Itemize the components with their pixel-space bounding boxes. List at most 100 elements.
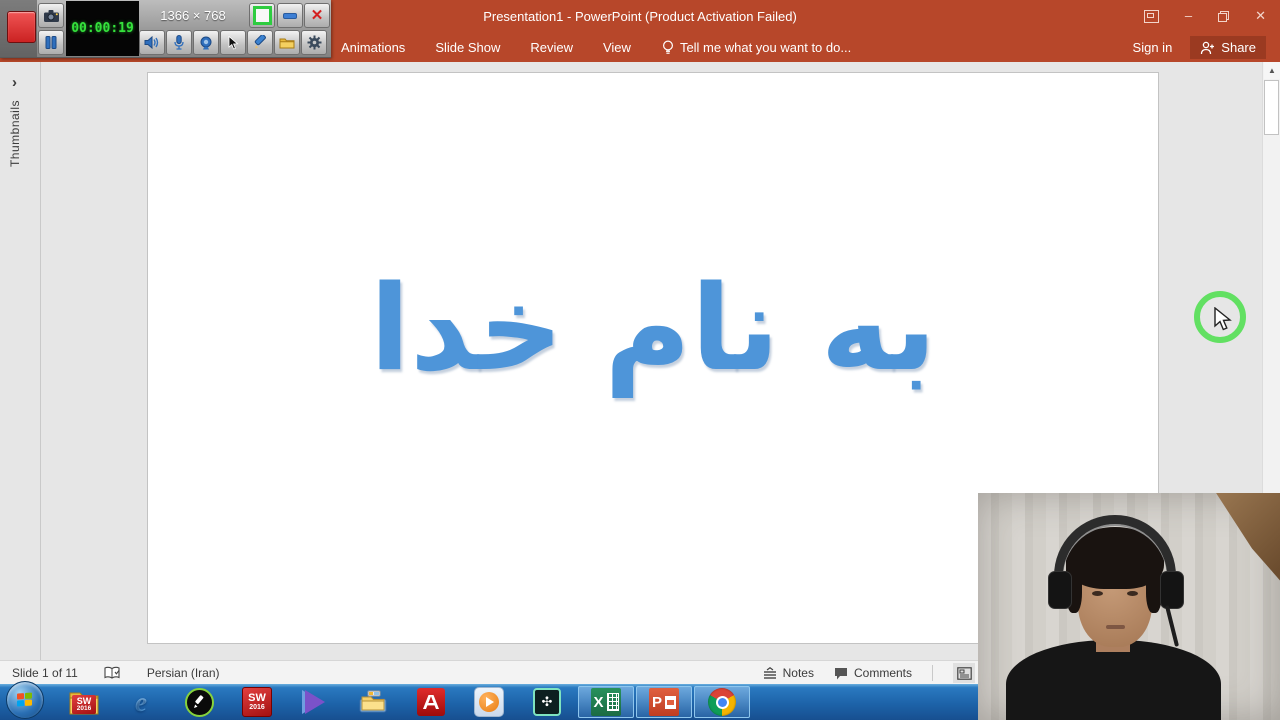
microphone-icon: [174, 35, 184, 50]
gear-icon: [307, 35, 321, 50]
powerpoint-icon: P: [649, 688, 679, 716]
comments-icon: [834, 667, 847, 679]
tab-view[interactable]: View: [588, 33, 646, 62]
region-select-button[interactable]: [249, 3, 275, 28]
webcam-overlay: [978, 493, 1280, 720]
comments-label: Comments: [853, 666, 912, 680]
ribbon-display-options-button[interactable]: [1143, 7, 1159, 25]
person-shirt: [1006, 640, 1221, 720]
lightbulb-icon: [662, 40, 673, 54]
taskbar-excel-running[interactable]: X: [578, 686, 634, 718]
slide-number-indicator[interactable]: Slide 1 of 11: [12, 666, 78, 680]
pause-icon: [45, 36, 57, 49]
notes-icon: [763, 667, 776, 679]
open-folder-button[interactable]: [274, 30, 300, 55]
media-player-icon: [474, 687, 504, 717]
curtain-drape: [1208, 493, 1280, 601]
status-left: Slide 1 of 11 Persian (Iran): [12, 661, 220, 685]
solidworks-folder-icon: SW 2016: [69, 688, 99, 716]
chrome-icon: [708, 688, 736, 716]
mouse-cursor: [1214, 307, 1232, 331]
adobe-reader-icon: [417, 688, 445, 716]
tab-review[interactable]: Review: [515, 33, 588, 62]
excel-icon: X: [591, 688, 621, 716]
headphone-right-cup: [1160, 571, 1184, 609]
recording-timer: 00:00:19: [66, 1, 139, 56]
windows-start-orb-icon: [6, 681, 44, 719]
taskbar-solidworks-folder[interactable]: SW 2016: [63, 686, 105, 718]
taskbar-media-player[interactable]: [468, 686, 510, 718]
share-label: Share: [1221, 40, 1256, 55]
expand-thumbnails-chevron[interactable]: ›: [12, 74, 17, 91]
restore-button[interactable]: [1218, 7, 1230, 25]
tab-animations[interactable]: Animations: [326, 33, 420, 62]
start-button[interactable]: [4, 681, 46, 719]
sign-in-link[interactable]: Sign in: [1133, 40, 1173, 55]
headphones-band: [1054, 515, 1176, 579]
status-right: Notes Comments: [763, 661, 975, 685]
file-explorer-icon: [359, 690, 387, 712]
notes-label: Notes: [782, 666, 814, 680]
solidworks-cube-icon: SW 2016: [242, 687, 272, 717]
comments-toggle[interactable]: Comments: [834, 666, 912, 680]
slide-title-text[interactable]: به نام خدا: [370, 269, 937, 387]
taskbar-kmplayer[interactable]: [294, 686, 336, 718]
webcam-icon: [200, 36, 212, 49]
webcam-toggle-button[interactable]: [193, 30, 219, 55]
taskbar-adobe-reader[interactable]: [410, 686, 452, 718]
tell-me-label: Tell me what you want to do...: [679, 40, 852, 55]
microphone-toggle-button[interactable]: [166, 30, 192, 55]
screenshot-camera-button[interactable]: [38, 3, 64, 28]
spellcheck-book-icon[interactable]: [104, 666, 121, 680]
taskbar-powerpoint-running[interactable]: P: [636, 686, 692, 718]
minimize-dash-icon: [283, 12, 297, 19]
taskbar-drawing-app[interactable]: [178, 686, 220, 718]
tab-slide-show[interactable]: Slide Show: [420, 33, 515, 62]
close-x-icon: ✕: [310, 7, 324, 24]
speaker-icon: [144, 36, 159, 49]
normal-view-button[interactable]: [953, 663, 975, 683]
thumbnails-panel-divider[interactable]: [40, 62, 41, 660]
tell-me-box[interactable]: Tell me what you want to do...: [662, 40, 851, 55]
minimize-button[interactable]: –: [1185, 7, 1192, 25]
normal-view-icon: [956, 666, 972, 680]
thumbnails-panel-label[interactable]: Thumbnails: [8, 100, 22, 167]
cursor-icon: [228, 35, 239, 50]
drawing-app-icon: [184, 687, 214, 717]
scrollbar-thumb[interactable]: [1264, 80, 1279, 135]
headphone-left-cup: [1048, 571, 1072, 609]
screen-recorder-toolbar: 00:00:19 1366 × 768 ✕: [0, 0, 331, 58]
pause-button[interactable]: [38, 30, 64, 55]
screen: Presentation1 - PowerPoint (Product Acti…: [0, 0, 1280, 720]
record-stop-button[interactable]: [7, 11, 36, 43]
window-controls: – ✕: [1143, 7, 1266, 25]
taskbar-file-explorer[interactable]: [352, 686, 394, 718]
share-button[interactable]: Share: [1190, 36, 1266, 59]
internet-explorer-icon: e: [135, 686, 147, 717]
ribbon-right: Sign in Share: [1133, 36, 1266, 59]
capture-resolution: 1366 × 768: [160, 7, 226, 23]
video-editor-icon: ✣: [533, 688, 561, 716]
region-frame-icon: [252, 6, 272, 25]
taskbar-chrome-running[interactable]: [694, 686, 750, 718]
recorder-close-button[interactable]: ✕: [304, 3, 330, 28]
kmplayer-play-icon: [305, 690, 325, 714]
language-indicator[interactable]: Persian (Iran): [147, 666, 220, 680]
pen-icon: [254, 35, 266, 49]
recorder-minimize-button[interactable]: [277, 3, 303, 28]
headset-mic-arm: [1164, 605, 1180, 647]
folder-icon: [279, 38, 295, 49]
taskbar-video-editor[interactable]: ✣: [526, 686, 568, 718]
speaker-toggle-button[interactable]: [139, 30, 165, 55]
notes-toggle[interactable]: Notes: [763, 666, 814, 680]
cursor-capture-button[interactable]: [220, 30, 246, 55]
taskbar-solidworks-2016[interactable]: SW 2016: [236, 686, 278, 718]
camera-icon: [43, 9, 59, 22]
draw-pen-button[interactable]: [247, 30, 273, 55]
settings-gear-button[interactable]: [301, 30, 327, 55]
share-person-icon: [1201, 41, 1215, 54]
scroll-up-button[interactable]: ▲: [1264, 62, 1280, 79]
taskbar-internet-explorer[interactable]: e: [120, 686, 162, 718]
close-button[interactable]: ✕: [1255, 7, 1266, 25]
restore-icon: [1218, 10, 1230, 22]
